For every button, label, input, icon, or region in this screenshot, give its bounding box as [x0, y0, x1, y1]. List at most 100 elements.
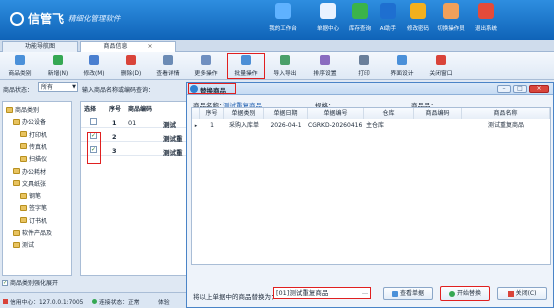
tree-node[interactable]: 订书机	[20, 216, 47, 225]
dgrid-header-name: 商品名称	[462, 108, 550, 119]
tab-product-info[interactable]: 商品信息 ×	[80, 41, 176, 52]
tree-node[interactable]: 扫描仪	[20, 154, 47, 163]
close-icon[interactable]: ×	[529, 85, 549, 93]
ellipsis-icon: …	[362, 289, 368, 296]
folder-icon	[20, 192, 27, 199]
tree-option[interactable]: ✓ 商品类别强化展开	[2, 278, 58, 287]
tab-function-nav[interactable]: 功能导航图	[2, 41, 78, 52]
brand-mark-icon	[10, 11, 24, 26]
main-toolbar: 商品类别 新增(N) 修改(M) 删除(D) 查看详情 更多操作 批量操作 导入导出 排序设置打…	[0, 52, 554, 80]
row-no: 2	[112, 133, 117, 141]
dgrid-header-no: 序号	[200, 108, 224, 119]
status-dot-icon	[3, 299, 8, 304]
tree-node[interactable]: 传真机	[20, 142, 47, 151]
tree-node[interactable]: 商品类别	[6, 105, 39, 114]
toolbar-add-button[interactable]: 新增(N)	[40, 53, 76, 79]
toolbar-more-button[interactable]: 更多操作	[188, 53, 224, 79]
row-code: 01	[128, 119, 137, 127]
view-icon	[391, 290, 398, 297]
toolbar-print-button[interactable]: 打印	[346, 53, 382, 79]
chevron-down-icon: ▼	[72, 84, 76, 90]
close-button[interactable]: 关闭(C)	[497, 287, 547, 300]
tree-node[interactable]: 文具纸张	[13, 179, 46, 188]
tree-node[interactable]: 测试	[13, 240, 34, 249]
row-indicator-header	[192, 108, 200, 119]
tree-node[interactable]: 办公设备	[13, 117, 46, 126]
dgrid-cell-no[interactable]: 1	[200, 120, 224, 132]
close-window-icon	[436, 55, 446, 65]
edit-icon	[89, 55, 99, 65]
start-replace-button[interactable]: 开始替换	[440, 286, 490, 301]
header-document-button[interactable]: 单据中心	[311, 3, 345, 32]
app-header: 信管飞 精细化管理软件 我的工作台 单据中心 库存查询 AI助手 修改密码 切换操作员 退出…	[0, 0, 554, 40]
toolbar-sort-button[interactable]: 排序设置	[307, 53, 343, 79]
toolbar-view-button[interactable]: 查看详情	[150, 53, 186, 79]
row-checkbox[interactable]	[90, 118, 97, 125]
grid-header-select: 选择	[84, 106, 97, 113]
sort-icon	[320, 55, 330, 65]
replace-product-select[interactable]: [01]测试重复商品 …	[273, 287, 371, 299]
tab-close-icon[interactable]: ×	[147, 43, 152, 50]
toolbar-design-button[interactable]: 界面设计	[384, 53, 420, 79]
import-icon	[280, 55, 290, 65]
maximize-icon[interactable]: □	[513, 85, 527, 93]
dgrid-cell-warehouse[interactable]: 主仓库	[364, 120, 386, 132]
checkbox-icon: ✓	[2, 279, 8, 286]
app-logo: 信管飞 精细化管理软件	[10, 10, 121, 27]
power-icon	[478, 3, 494, 19]
folder-icon	[13, 241, 20, 248]
status-conn: 连接状态：正常	[92, 297, 140, 306]
minimize-icon[interactable]: –	[497, 85, 511, 93]
check-icon	[448, 290, 455, 297]
grid-header-no: 序号	[109, 106, 122, 113]
dgrid-header-warehouse: 仓库	[364, 108, 414, 119]
tree-node[interactable]: 办公耗材	[13, 167, 46, 176]
print-icon	[359, 55, 369, 65]
header-user-button[interactable]: 切换操作员	[434, 3, 468, 32]
close-button-icon	[507, 290, 514, 297]
dgrid-cell-date[interactable]: 2026-04-1	[264, 120, 308, 132]
tree-node[interactable]: 打印机	[20, 130, 47, 139]
folder-icon	[13, 229, 20, 236]
tree-node[interactable]: 软件产品及	[13, 228, 52, 237]
header-power-button[interactable]: 退出系统	[469, 3, 503, 32]
toolbar-delete-button[interactable]: 删除(D)	[113, 53, 149, 79]
add-icon	[53, 55, 63, 65]
header-monitor-button[interactable]: 我的工作台	[266, 3, 300, 32]
view-document-button[interactable]: 查看单据	[383, 287, 433, 300]
folder-icon	[20, 155, 27, 162]
view-icon	[163, 55, 173, 65]
folder-icon	[20, 217, 27, 224]
dgrid-header-code: 商品编码	[414, 108, 462, 119]
title-highlight	[188, 83, 236, 94]
user-icon	[443, 3, 459, 19]
monitor-icon	[275, 3, 291, 19]
more-icon	[201, 55, 211, 65]
tree-node[interactable]: 钢笔	[20, 191, 41, 200]
grid-header-code: 商品编码	[128, 106, 153, 113]
document-grid: 序号 单据类别 单据日期 单据编号 仓库 商品编码 商品名称 ▸ 1 采购入库单…	[191, 107, 551, 265]
category-icon	[15, 55, 25, 65]
category-tree: 商品类别办公设备打印机传真机扫描仪办公耗材文具纸张钢笔签字笔订书机软件产品及测试	[2, 101, 72, 276]
document-icon	[320, 3, 336, 19]
dgrid-cell-type[interactable]: 采购入库单	[224, 120, 264, 132]
dgrid-cell-number[interactable]: CGRKD-20260416	[308, 120, 364, 132]
toolbar-category-button[interactable]: 商品类别	[2, 53, 38, 79]
tree-node[interactable]: 签字笔	[20, 203, 47, 212]
dgrid-cell-name[interactable]: 测试重复商品	[462, 120, 550, 132]
header-info-button[interactable]: AI助手	[371, 3, 405, 32]
header-lock-button[interactable]: 修改密码	[401, 3, 435, 32]
status-filter-select[interactable]: 所有 ▼	[38, 82, 78, 92]
dgrid-cell-code[interactable]	[414, 120, 462, 132]
toolbar-edit-button[interactable]: 修改(M)	[76, 53, 112, 79]
toolbar-close-window-button[interactable]: 关闭窗口	[423, 53, 459, 79]
info-icon	[380, 3, 396, 19]
product-grid: 选择 序号 商品编码 1 01 测试 ✓ 2 测试重 ✓ 3 测试重	[80, 101, 191, 276]
table-row[interactable]: 1 01 测试	[81, 116, 191, 129]
toolbar-import-button[interactable]: 导入导出	[267, 53, 303, 79]
delete-icon	[126, 55, 136, 65]
filter-bar: 商品状态： 所有 ▼ 输入商品名称或编码查询：	[0, 82, 190, 94]
status-mode: 体验	[158, 300, 170, 306]
dgrid-header-number: 单据编号	[308, 108, 364, 119]
row-name: 测试重	[163, 149, 183, 157]
